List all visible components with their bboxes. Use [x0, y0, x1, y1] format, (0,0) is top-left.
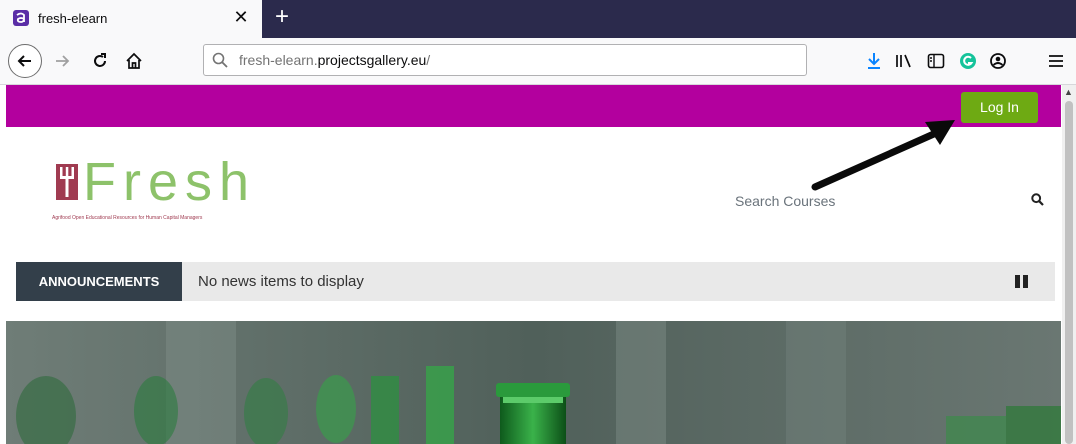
downloads-button[interactable]: [858, 45, 890, 77]
library-button[interactable]: [888, 45, 920, 77]
scroll-up-icon[interactable]: ▲: [1064, 87, 1073, 97]
search-icon: [1031, 193, 1044, 206]
account-button[interactable]: [982, 45, 1014, 77]
hamburger-menu-icon: [1049, 55, 1063, 67]
navigation-toolbar: fresh-elearn.projectsgallery.eu/: [0, 38, 1076, 85]
url-subdomain: fresh-elearn.: [239, 52, 318, 68]
url-text: fresh-elearn.projectsgallery.eu/: [239, 52, 430, 68]
logo-tagline: Agrifood Open Educational Resources for …: [52, 215, 203, 221]
search-icon: [212, 52, 228, 68]
green-bottles-image: [6, 321, 1061, 444]
tab-close-icon[interactable]: ✕: [230, 6, 252, 28]
back-button[interactable]: [8, 44, 42, 78]
site-top-bar: Log In: [6, 85, 1061, 127]
web-page: Log In Fresh Agrifood Open Educational R…: [6, 85, 1061, 444]
search-courses-input[interactable]: Search Courses: [735, 193, 835, 209]
download-icon: [868, 53, 880, 69]
home-icon: [126, 52, 142, 69]
tab-title: fresh-elearn: [38, 11, 108, 26]
forward-button[interactable]: [46, 45, 78, 77]
announcements-title: ANNOUNCEMENTS: [16, 262, 182, 301]
reload-icon: [94, 53, 106, 67]
url-bar[interactable]: fresh-elearn.projectsgallery.eu/: [203, 44, 807, 76]
logo-text: Fresh: [83, 152, 257, 212]
site-favicon-icon: [13, 10, 29, 26]
back-arrow-icon: [17, 55, 31, 67]
page-scrollbar[interactable]: ▲: [1062, 85, 1076, 444]
forward-arrow-icon: [56, 55, 70, 67]
grammarly-extension-button[interactable]: [952, 45, 984, 77]
fork-logo-icon: [56, 164, 78, 200]
browser-tab[interactable]: fresh-elearn ✕: [0, 0, 262, 38]
announcements-text: No news items to display: [198, 273, 364, 290]
sidebar-icon: [927, 53, 945, 69]
announcements-bar: ANNOUNCEMENTS No news items to display: [16, 262, 1055, 301]
search-courses-button[interactable]: [1031, 193, 1044, 211]
account-icon: [990, 53, 1006, 69]
browser-tab-strip: fresh-elearn ✕ +: [0, 0, 1076, 38]
url-domain: projectsgallery.eu: [317, 52, 427, 68]
home-button[interactable]: [118, 45, 150, 77]
sidebar-button[interactable]: [920, 45, 952, 77]
login-button[interactable]: Log In: [961, 92, 1038, 123]
reload-button[interactable]: [84, 45, 116, 77]
menu-button[interactable]: [1040, 45, 1072, 77]
pause-icon[interactable]: [1015, 275, 1029, 288]
url-path: /: [426, 52, 431, 68]
new-tab-button[interactable]: +: [268, 2, 296, 32]
scroll-thumb[interactable]: [1065, 101, 1073, 444]
grammarly-icon: [960, 53, 976, 69]
library-icon: [896, 54, 911, 68]
hero-image: [6, 321, 1061, 444]
